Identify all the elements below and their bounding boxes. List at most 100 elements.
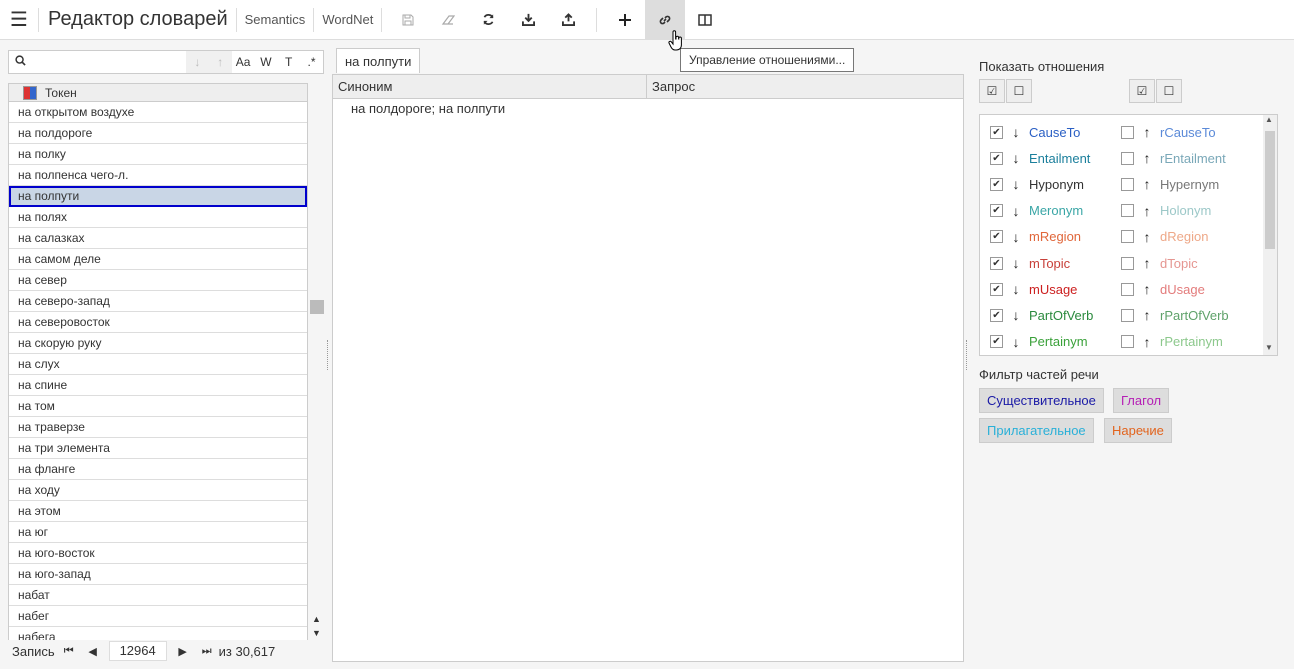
scroll-up-icon[interactable]: ▲ [1265,115,1273,124]
menu-icon[interactable]: ☰ [0,0,38,40]
regex-button[interactable]: .* [300,51,323,73]
token-row[interactable]: на спине [9,375,307,396]
relation-checkbox[interactable]: ✔ [990,177,1003,191]
relation-checkbox[interactable]: ✔ [990,335,1003,349]
token-row[interactable]: на полях [9,207,307,228]
token-scrollbar[interactable]: ▲ ▼ [308,102,324,640]
token-row[interactable]: на фланге [9,459,307,480]
reverse-relation-name: rPartOfVerb [1160,307,1229,323]
token-row[interactable]: на этом [9,501,307,522]
reverse-relation-checkbox[interactable] [1121,308,1134,322]
token-row[interactable]: на три элемента [9,438,307,459]
reverse-relation-checkbox[interactable] [1121,151,1134,165]
check-all-button[interactable]: ☑ [979,79,1005,103]
synonym-row[interactable]: на полдороге; на полпути [333,99,963,121]
token-row[interactable]: на полпенса чего-л. [9,165,307,186]
synonym-column-header[interactable]: Синоним [333,75,647,98]
pos-adverb-button[interactable]: Наречие [1104,418,1172,443]
token-row[interactable]: на юг [9,522,307,543]
toolbar-separator [381,7,383,32]
reverse-relation-checkbox[interactable] [1121,256,1134,270]
query-column-header[interactable]: Запрос [647,75,695,98]
first-record-icon[interactable]: ⏮ [57,645,81,658]
reverse-relation-checkbox[interactable] [1121,177,1134,191]
search-up-button[interactable]: ↑ [208,51,232,73]
pos-verb-button[interactable]: Глагол [1113,388,1170,413]
token-row[interactable]: на ходу [9,480,307,501]
token-search-button[interactable]: T [277,51,300,73]
relation-checkbox[interactable]: ✔ [990,256,1003,270]
grid-settings-icon[interactable] [23,85,37,100]
search-down-button[interactable]: ↓ [186,51,209,73]
match-case-button[interactable]: Aa [232,51,255,73]
reverse-relation-checkbox[interactable] [1121,282,1134,296]
uncheck-all-button[interactable]: ☐ [1006,79,1032,103]
reverse-relation-checkbox[interactable] [1121,125,1134,139]
reverse-relation-name: rEntailment [1160,150,1226,166]
record-number[interactable]: 12964 [108,641,167,661]
relation-checkbox[interactable]: ✔ [990,230,1003,244]
relation-checkbox[interactable]: ✔ [990,125,1003,139]
token-row[interactable]: на север [9,270,307,291]
check-all-reverse-button[interactable]: ☑ [1129,79,1155,103]
token-row[interactable]: на открытом воздухе [9,102,307,123]
columns-icon[interactable] [685,0,725,40]
splitter[interactable] [966,340,968,370]
pos-adjective-button[interactable]: Прилагательное [979,418,1094,443]
uncheck-all-reverse-button[interactable]: ☐ [1156,79,1182,103]
token-row[interactable]: на самом деле [9,249,307,270]
whole-word-button[interactable]: W [254,51,277,73]
token-row[interactable]: на юго-запад [9,564,307,585]
relation-name: Entailment [1029,150,1091,166]
download-icon[interactable] [508,0,548,40]
relation-checkbox[interactable]: ✔ [990,308,1003,322]
token-row[interactable]: на северо-запад [9,291,307,312]
search-icon [15,55,26,69]
relation-checkbox[interactable]: ✔ [990,204,1003,218]
token-row[interactable]: набег [9,606,307,627]
token-row[interactable]: на слух [9,354,307,375]
token-row[interactable]: на полдороге [9,123,307,144]
token-row[interactable]: набега [9,627,307,640]
reverse-relation-checkbox[interactable] [1121,335,1134,349]
reverse-relation-checkbox[interactable] [1121,230,1134,244]
save-icon[interactable] [388,0,428,40]
token-row[interactable]: на юго-восток [9,543,307,564]
next-record-icon[interactable]: ▶ [171,645,195,658]
relation-checkbox[interactable]: ✔ [990,282,1003,296]
wordnet-button[interactable]: WordNet [314,12,381,27]
upload-icon[interactable] [548,0,588,40]
last-record-icon[interactable]: ⏭ [195,645,219,658]
scroll-thumb[interactable] [1265,131,1275,249]
relations-scrollbar[interactable]: ▲ ▼ [1263,115,1277,355]
eraser-icon[interactable] [428,0,468,40]
scroll-down-icon[interactable]: ▼ [312,628,321,638]
prev-record-icon[interactable]: ◀ [81,645,105,658]
search-input[interactable] [9,51,186,73]
splitter[interactable] [327,340,329,370]
scroll-thumb[interactable] [310,300,324,314]
scroll-up-icon[interactable]: ▲ [312,614,321,624]
token-row[interactable]: на скорую руку [9,333,307,354]
scroll-down-icon[interactable]: ▼ [1265,343,1273,352]
token-row[interactable]: на северовосток [9,312,307,333]
token-row[interactable]: на траверзе [9,417,307,438]
token-row[interactable]: на салазках [9,228,307,249]
token-column-label: Токен [45,85,77,100]
reverse-relation-checkbox[interactable] [1121,204,1134,218]
token-row[interactable]: набат [9,585,307,606]
add-icon[interactable] [605,0,645,40]
token-column-header[interactable]: Токен [8,83,308,102]
tab-current-token[interactable]: на полпути [336,48,421,73]
relation-row: ✔ ↓ mTopic ↑ dTopic [980,250,1265,276]
relation-checkbox[interactable]: ✔ [990,151,1003,165]
token-row[interactable]: на том [9,396,307,417]
arrow-up-icon: ↑ [1143,124,1151,140]
token-row[interactable]: на полку [9,144,307,165]
pos-noun-button[interactable]: Существительное [979,388,1104,413]
arrow-up-icon: ↑ [1143,333,1151,350]
token-row[interactable]: на полпути [9,186,307,207]
refresh-icon[interactable] [468,0,508,40]
arrow-up-icon: ↑ [1143,281,1151,298]
semantics-button[interactable]: Semantics [237,12,314,27]
